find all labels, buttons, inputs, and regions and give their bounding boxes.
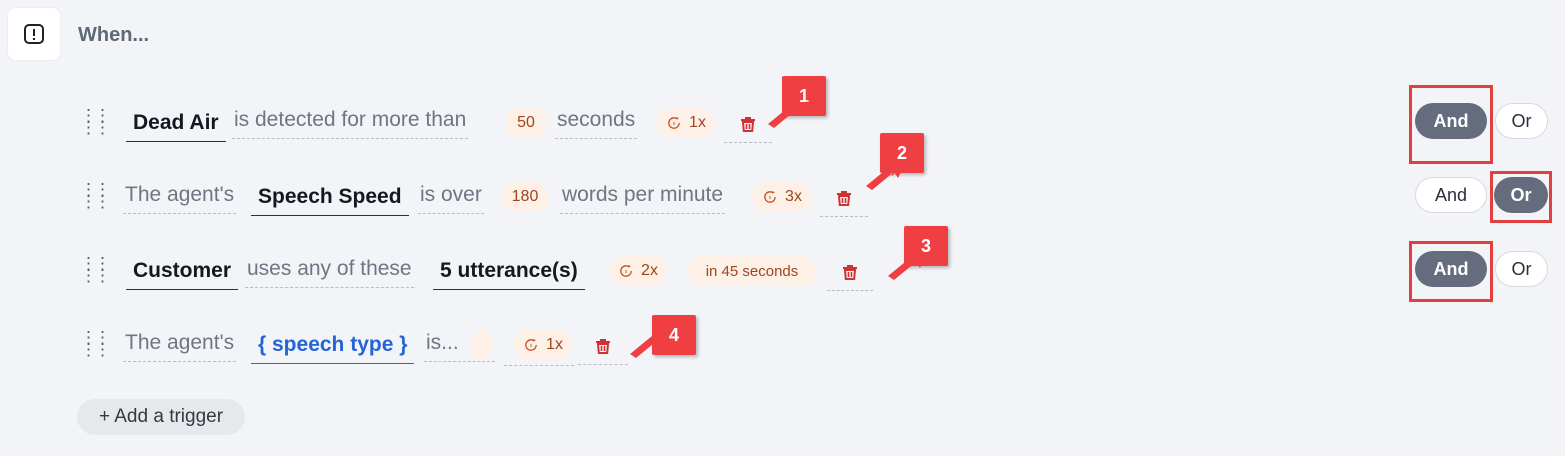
or-toggle[interactable]: Or <box>1495 103 1548 139</box>
condition-text: is detected for more than <box>232 108 469 139</box>
condition-text: uses any of these <box>245 257 414 288</box>
repeat-count: 2x <box>641 262 658 279</box>
value-select[interactable]: 5 utterance(s) <box>433 259 585 290</box>
repeat-count: 1x <box>689 114 706 131</box>
subject-select[interactable]: Dead Air <box>126 111 226 142</box>
alert-square-icon <box>24 24 44 44</box>
condition-text: is over <box>418 183 484 214</box>
repeat-chip[interactable]: 1x <box>514 330 572 360</box>
prefix-text: The agent's <box>123 331 237 362</box>
trigger-header-icon <box>8 8 60 60</box>
drag-handle-icon[interactable]: ⋮⋮ ⋮⋮ <box>80 255 111 284</box>
callout-arrow-icon <box>866 162 906 192</box>
highlight-box <box>1409 85 1493 164</box>
subject-select[interactable]: Customer <box>126 259 239 290</box>
repeat-chip[interactable]: 2x <box>609 256 667 286</box>
trash-icon <box>834 188 854 208</box>
or-toggle[interactable]: Or <box>1495 251 1548 287</box>
callout-arrow-icon <box>630 330 670 360</box>
delete-trigger-button[interactable] <box>820 180 868 217</box>
callout-arrow-icon <box>888 252 928 282</box>
trash-icon <box>593 336 613 356</box>
add-trigger-button[interactable]: + Add a trigger <box>77 399 245 435</box>
repeat-icon <box>762 189 778 205</box>
speech-type-select[interactable]: { speech type } <box>251 333 415 364</box>
unit-text: words per minute <box>560 183 726 214</box>
time-window-chip[interactable]: in 45 seconds <box>687 256 817 286</box>
highlight-box <box>1490 171 1552 223</box>
repeat-icon <box>666 115 682 131</box>
prefix-text: The agent's <box>123 183 237 214</box>
subject-select[interactable]: Speech Speed <box>251 185 409 216</box>
repeat-count: 1x <box>546 336 563 353</box>
value-chip[interactable]: 50 <box>505 108 547 138</box>
repeat-icon <box>523 337 539 353</box>
delete-trigger-button[interactable] <box>827 254 873 291</box>
trash-icon <box>840 262 860 282</box>
repeat-icon <box>618 263 634 279</box>
repeat-chip[interactable]: 1x <box>657 108 715 138</box>
delete-trigger-button[interactable] <box>578 328 628 365</box>
highlight-box <box>1409 241 1493 302</box>
empty-value-chip[interactable] <box>472 330 492 360</box>
repeat-count: 3x <box>785 188 802 205</box>
repeat-chip[interactable]: 3x <box>752 182 812 212</box>
when-heading: When... <box>78 24 150 46</box>
unit-text: seconds <box>555 108 638 139</box>
and-toggle[interactable]: And <box>1415 177 1487 213</box>
callout-arrow-icon <box>768 100 808 130</box>
drag-handle-icon[interactable]: ⋮⋮ ⋮⋮ <box>80 329 111 358</box>
delete-trigger-button[interactable] <box>724 106 772 143</box>
drag-handle-icon[interactable]: ⋮⋮ ⋮⋮ <box>80 107 111 136</box>
value-chip[interactable]: 180 <box>501 182 549 212</box>
trash-icon <box>738 114 758 134</box>
drag-handle-icon[interactable]: ⋮⋮ ⋮⋮ <box>80 181 111 210</box>
